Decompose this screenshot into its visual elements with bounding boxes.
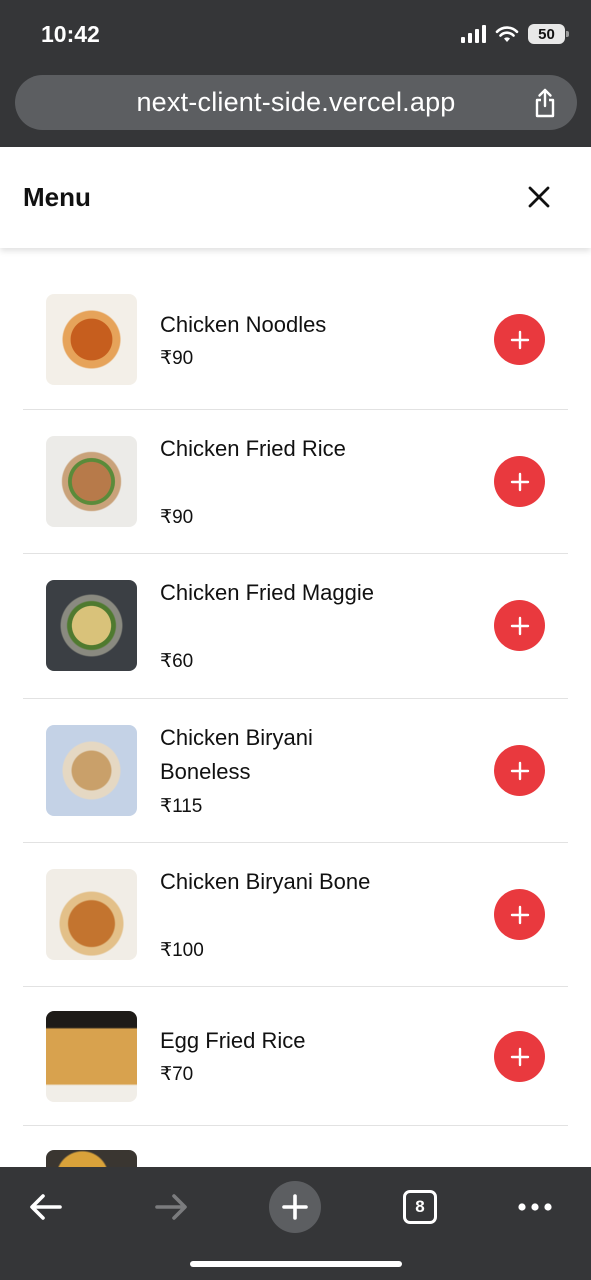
item-price: ₹90 (160, 348, 194, 369)
plus-icon (510, 330, 529, 349)
item-price: ₹100 (160, 940, 204, 961)
food-image-biryani-boneless (46, 725, 137, 816)
plus-icon (510, 905, 529, 924)
forward-button[interactable] (145, 1181, 197, 1233)
food-image-biryani-bone (46, 869, 137, 960)
item-price: ₹115 (160, 796, 203, 817)
plus-icon (510, 616, 529, 635)
add-button[interactable] (494, 1031, 545, 1082)
add-button[interactable] (494, 745, 545, 796)
browser-bottom-bar: 8 (0, 1167, 591, 1280)
menu-item: Egg Fried Rice ₹70 (23, 987, 568, 1126)
menu-item: Chicken Fried Rice ₹90 (23, 410, 568, 554)
more-dots-icon (518, 1203, 552, 1211)
add-button[interactable] (494, 600, 545, 651)
tabs-button[interactable]: 8 (394, 1181, 446, 1233)
plus-icon (282, 1194, 308, 1220)
status-icons: 50 (461, 24, 569, 44)
item-name: Egg Fried Rice (160, 1028, 306, 1053)
menu-item: Chicken Biryani Bone ₹100 (23, 843, 568, 987)
item-name: Chicken Biryani Bone (160, 869, 371, 894)
url-text: next-client-side.vercel.app (136, 87, 456, 117)
tabs-count: 8 (403, 1190, 437, 1224)
item-price: ₹90 (160, 507, 194, 528)
menu-header: Menu (0, 147, 591, 248)
menu-item: Chicken Noodles ₹90 (23, 266, 568, 410)
arrow-left-icon (30, 1194, 62, 1220)
add-button[interactable] (494, 889, 545, 940)
item-name: Chicken Fried Rice (160, 436, 346, 461)
add-button[interactable] (494, 456, 545, 507)
browser-top-bar: 10:42 50 next-client-side.vercel.app (0, 0, 591, 147)
food-image-egg-fried-rice (46, 1011, 137, 1102)
more-button[interactable] (509, 1181, 561, 1233)
item-price: ₹60 (160, 651, 194, 672)
plus-icon (510, 1047, 529, 1066)
menu-item: Chicken Fried Maggie ₹60 (23, 554, 568, 699)
menu-item: Chicken Biryani Boneless ₹115 (23, 699, 568, 843)
food-image-fried-rice (46, 436, 137, 527)
page-title: Menu (23, 182, 91, 212)
add-button[interactable] (494, 314, 545, 365)
item-name: Chicken Noodles (160, 312, 327, 337)
item-name: Chicken Biryani Boneless (160, 725, 313, 784)
back-button[interactable] (20, 1181, 72, 1233)
menu-list: Chicken Noodles ₹90 Chicken Fried Rice ₹… (23, 266, 568, 1241)
address-bar[interactable]: next-client-side.vercel.app (15, 75, 577, 130)
home-indicator (190, 1261, 402, 1267)
arrow-right-icon (155, 1194, 187, 1220)
food-image-noodles (46, 294, 137, 385)
wifi-icon (495, 26, 519, 42)
item-price: ₹70 (160, 1064, 194, 1085)
plus-icon (510, 761, 529, 780)
item-name: Chicken Fried Maggie (160, 580, 374, 605)
battery-indicator: 50 (528, 24, 569, 44)
plus-icon (510, 472, 529, 491)
new-tab-button[interactable] (269, 1181, 321, 1233)
status-time: 10:42 (41, 21, 100, 47)
cellular-signal-icon (461, 25, 486, 43)
food-image-maggie (46, 580, 137, 671)
share-icon[interactable] (533, 88, 557, 118)
close-icon[interactable] (523, 181, 555, 213)
